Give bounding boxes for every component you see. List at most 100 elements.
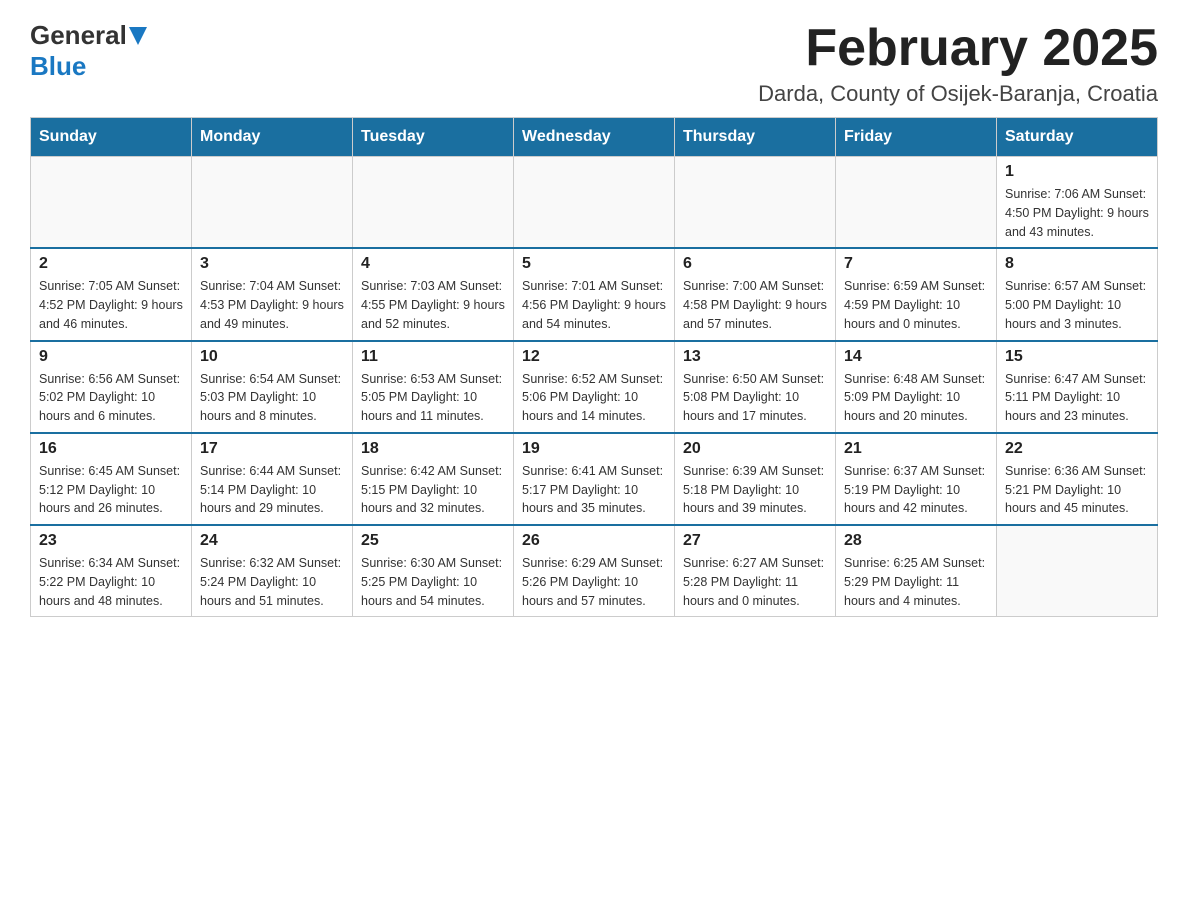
calendar-cell-w5-d4: 26Sunrise: 6:29 AM Sunset: 5:26 PM Dayli… — [514, 525, 675, 617]
calendar-cell-w4-d4: 19 Sunrise: 6:41 AM Sunset: 5:17 PM Dayli… — [514, 433, 675, 525]
calendar-cell-w1-d5 — [675, 157, 836, 249]
day-info: Sunrise: 6:39 AM Sunset: 5:18 PM Dayligh… — [683, 462, 827, 518]
calendar-cell-w4-d7: 22 Sunrise: 6:36 AM Sunset: 5:21 PM Dayli… — [997, 433, 1158, 525]
day-number: 21 — [844, 440, 988, 458]
day-number: 3 — [200, 255, 344, 273]
calendar-cell-w3-d3: 11Sunrise: 6:53 AM Sunset: 5:05 PM Dayli… — [353, 341, 514, 433]
calendar-cell-w1-d3 — [353, 157, 514, 249]
day-number: 22 — [1005, 440, 1149, 458]
day-info: Sunrise: 7:05 AM Sunset: 4:52 PM Dayligh… — [39, 277, 183, 333]
calendar-cell-w5-d3: 25 Sunrise: 6:30 AM Sunset: 5:25 PM Dayli… — [353, 525, 514, 617]
calendar-week-2: 2 Sunrise: 7:05 AM Sunset: 4:52 PM Daylig… — [31, 248, 1158, 340]
day-number: 28 — [844, 532, 988, 550]
calendar-cell-w5-d6: 28 Sunrise: 6:25 AM Sunset: 5:29 PM Dayli… — [836, 525, 997, 617]
day-info: Sunrise: 6:36 AM Sunset: 5:21 PM Dayligh… — [1005, 462, 1149, 518]
day-number: 1 — [1005, 163, 1149, 181]
day-number: 23 — [39, 532, 183, 550]
calendar-cell-w3-d5: 13 Sunrise: 6:50 AM Sunset: 5:08 PM Dayli… — [675, 341, 836, 433]
day-number: 17 — [200, 440, 344, 458]
logo-blue-text: Blue — [30, 51, 86, 81]
day-info: Sunrise: 6:42 AM Sunset: 5:15 PM Dayligh… — [361, 462, 505, 518]
day-info: Sunrise: 6:59 AM Sunset: 4:59 PM Dayligh… — [844, 277, 988, 333]
day-number: 4 — [361, 255, 505, 273]
day-number: 9 — [39, 348, 183, 366]
day-number: 24 — [200, 532, 344, 550]
calendar-cell-w2-d6: 7 Sunrise: 6:59 AM Sunset: 4:59 PM Daylig… — [836, 248, 997, 340]
day-info: Sunrise: 6:37 AM Sunset: 5:19 PM Dayligh… — [844, 462, 988, 518]
header-saturday: Saturday — [997, 118, 1158, 157]
day-info: Sunrise: 7:00 AM Sunset: 4:58 PM Dayligh… — [683, 277, 827, 333]
day-info: Sunrise: 7:01 AM Sunset: 4:56 PM Dayligh… — [522, 277, 666, 333]
calendar-cell-w4-d1: 16 Sunrise: 6:45 AM Sunset: 5:12 PM Dayli… — [31, 433, 192, 525]
day-number: 25 — [361, 532, 505, 550]
day-number: 19 — [522, 440, 666, 458]
day-info: Sunrise: 6:56 AM Sunset: 5:02 PM Dayligh… — [39, 370, 183, 426]
day-info: Sunrise: 6:45 AM Sunset: 5:12 PM Dayligh… — [39, 462, 183, 518]
logo: General Blue — [30, 20, 147, 82]
calendar-cell-w4-d5: 20 Sunrise: 6:39 AM Sunset: 5:18 PM Dayli… — [675, 433, 836, 525]
day-info: Sunrise: 6:50 AM Sunset: 5:08 PM Dayligh… — [683, 370, 827, 426]
day-number: 10 — [200, 348, 344, 366]
day-info: Sunrise: 6:27 AM Sunset: 5:28 PM Dayligh… — [683, 554, 827, 610]
day-number: 12 — [522, 348, 666, 366]
calendar-cell-w2-d5: 6Sunrise: 7:00 AM Sunset: 4:58 PM Daylig… — [675, 248, 836, 340]
logo-triangle-icon — [129, 27, 147, 45]
day-number: 5 — [522, 255, 666, 273]
calendar-cell-w2-d3: 4Sunrise: 7:03 AM Sunset: 4:55 PM Daylig… — [353, 248, 514, 340]
day-number: 13 — [683, 348, 827, 366]
calendar-week-3: 9 Sunrise: 6:56 AM Sunset: 5:02 PM Daylig… — [31, 341, 1158, 433]
day-number: 8 — [1005, 255, 1149, 273]
header-sunday: Sunday — [31, 118, 192, 157]
calendar-cell-w1-d6 — [836, 157, 997, 249]
day-info: Sunrise: 6:34 AM Sunset: 5:22 PM Dayligh… — [39, 554, 183, 610]
day-info: Sunrise: 7:06 AM Sunset: 4:50 PM Dayligh… — [1005, 185, 1149, 241]
calendar-cell-w2-d7: 8 Sunrise: 6:57 AM Sunset: 5:00 PM Daylig… — [997, 248, 1158, 340]
calendar-week-1: 1 Sunrise: 7:06 AM Sunset: 4:50 PM Daylig… — [31, 157, 1158, 249]
calendar-cell-w1-d2 — [192, 157, 353, 249]
calendar-week-5: 23 Sunrise: 6:34 AM Sunset: 5:22 PM Dayli… — [31, 525, 1158, 617]
calendar-cell-w5-d1: 23 Sunrise: 6:34 AM Sunset: 5:22 PM Dayli… — [31, 525, 192, 617]
day-number: 18 — [361, 440, 505, 458]
day-number: 14 — [844, 348, 988, 366]
day-number: 2 — [39, 255, 183, 273]
day-info: Sunrise: 6:47 AM Sunset: 5:11 PM Dayligh… — [1005, 370, 1149, 426]
day-number: 16 — [39, 440, 183, 458]
day-number: 20 — [683, 440, 827, 458]
calendar-cell-w4-d6: 21 Sunrise: 6:37 AM Sunset: 5:19 PM Dayli… — [836, 433, 997, 525]
day-info: Sunrise: 6:32 AM Sunset: 5:24 PM Dayligh… — [200, 554, 344, 610]
header-wednesday: Wednesday — [514, 118, 675, 157]
page-header: General Blue February 2025 Darda, County… — [30, 20, 1158, 107]
header-monday: Monday — [192, 118, 353, 157]
day-info: Sunrise: 6:57 AM Sunset: 5:00 PM Dayligh… — [1005, 277, 1149, 333]
calendar-cell-w2-d4: 5 Sunrise: 7:01 AM Sunset: 4:56 PM Daylig… — [514, 248, 675, 340]
day-info: Sunrise: 6:54 AM Sunset: 5:03 PM Dayligh… — [200, 370, 344, 426]
month-title: February 2025 — [758, 20, 1158, 77]
calendar-cell-w3-d4: 12 Sunrise: 6:52 AM Sunset: 5:06 PM Dayli… — [514, 341, 675, 433]
calendar-cell-w4-d2: 17 Sunrise: 6:44 AM Sunset: 5:14 PM Dayli… — [192, 433, 353, 525]
day-info: Sunrise: 6:44 AM Sunset: 5:14 PM Dayligh… — [200, 462, 344, 518]
calendar-cell-w2-d1: 2 Sunrise: 7:05 AM Sunset: 4:52 PM Daylig… — [31, 248, 192, 340]
calendar-cell-w3-d1: 9 Sunrise: 6:56 AM Sunset: 5:02 PM Daylig… — [31, 341, 192, 433]
calendar-cell-w5-d5: 27 Sunrise: 6:27 AM Sunset: 5:28 PM Dayli… — [675, 525, 836, 617]
calendar-cell-w3-d7: 15 Sunrise: 6:47 AM Sunset: 5:11 PM Dayli… — [997, 341, 1158, 433]
calendar-cell-w1-d4 — [514, 157, 675, 249]
day-info: Sunrise: 6:41 AM Sunset: 5:17 PM Dayligh… — [522, 462, 666, 518]
calendar-week-4: 16 Sunrise: 6:45 AM Sunset: 5:12 PM Dayli… — [31, 433, 1158, 525]
day-info: Sunrise: 6:30 AM Sunset: 5:25 PM Dayligh… — [361, 554, 505, 610]
day-number: 15 — [1005, 348, 1149, 366]
calendar-header-row: Sunday Monday Tuesday Wednesday Thursday… — [31, 118, 1158, 157]
day-info: Sunrise: 6:25 AM Sunset: 5:29 PM Dayligh… — [844, 554, 988, 610]
day-number: 27 — [683, 532, 827, 550]
day-info: Sunrise: 6:29 AM Sunset: 5:26 PM Dayligh… — [522, 554, 666, 610]
header-thursday: Thursday — [675, 118, 836, 157]
calendar-cell-w1-d7: 1 Sunrise: 7:06 AM Sunset: 4:50 PM Daylig… — [997, 157, 1158, 249]
calendar-cell-w1-d1 — [31, 157, 192, 249]
calendar-cell-w5-d7 — [997, 525, 1158, 617]
location-subtitle: Darda, County of Osijek-Baranja, Croatia — [758, 81, 1158, 107]
day-number: 7 — [844, 255, 988, 273]
calendar-table: Sunday Monday Tuesday Wednesday Thursday… — [30, 117, 1158, 617]
day-info: Sunrise: 7:04 AM Sunset: 4:53 PM Dayligh… — [200, 277, 344, 333]
day-info: Sunrise: 6:52 AM Sunset: 5:06 PM Dayligh… — [522, 370, 666, 426]
day-info: Sunrise: 6:53 AM Sunset: 5:05 PM Dayligh… — [361, 370, 505, 426]
header-friday: Friday — [836, 118, 997, 157]
